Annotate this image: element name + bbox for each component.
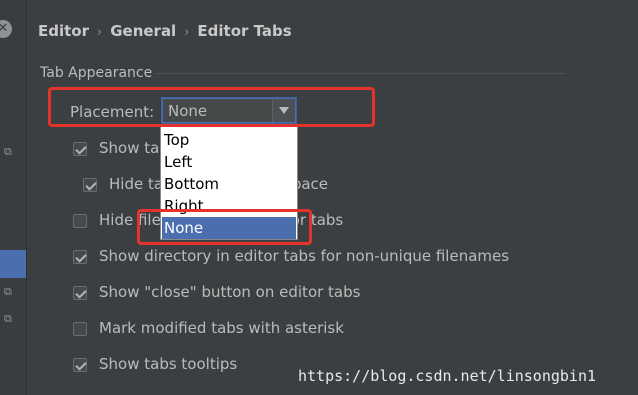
breadcrumb-editor[interactable]: Editor (38, 22, 89, 40)
selected-tree-item[interactable] (0, 250, 26, 278)
option-label: Show "close" button on editor tabs (99, 283, 361, 301)
section-title: Tab Appearance (40, 65, 153, 81)
breadcrumb-general[interactable]: General (110, 22, 176, 40)
copy-icon: ⧉ (4, 312, 12, 325)
copy-icon: ⧉ (4, 145, 12, 158)
checkbox[interactable] (73, 214, 87, 228)
settings-tree-strip: ✕ ⧉ ⧉ ⧉ (0, 0, 27, 395)
breadcrumb: Editor › General › Editor Tabs (38, 22, 292, 40)
checkbox[interactable] (73, 250, 87, 264)
section-divider (156, 73, 566, 74)
checkbox[interactable] (73, 286, 87, 300)
placement-option-bottom[interactable]: Bottom (162, 173, 296, 195)
checkbox[interactable] (73, 358, 87, 372)
annotation-highlight-placement (48, 87, 375, 127)
placement-option-left[interactable]: Left (162, 151, 296, 173)
watermark: https://blog.csdn.net/linsongbin1 (298, 367, 597, 385)
breadcrumb-separator: › (184, 25, 190, 40)
option-label: Show tabs tooltips (99, 355, 238, 373)
placement-option-top[interactable]: Top (162, 129, 296, 151)
annotation-highlight-none-option (137, 209, 312, 245)
breadcrumb-editor-tabs: Editor Tabs (197, 22, 292, 40)
copy-icon: ⧉ (4, 285, 12, 298)
option-label: Mark modified tabs with asterisk (99, 319, 344, 337)
checkbox[interactable] (83, 178, 97, 192)
checkbox[interactable] (73, 142, 87, 156)
breadcrumb-separator: › (97, 25, 103, 40)
checkbox[interactable] (73, 322, 87, 336)
option-label: Show directory in editor tabs for non-un… (99, 247, 510, 265)
close-icon[interactable]: ✕ (0, 20, 12, 38)
